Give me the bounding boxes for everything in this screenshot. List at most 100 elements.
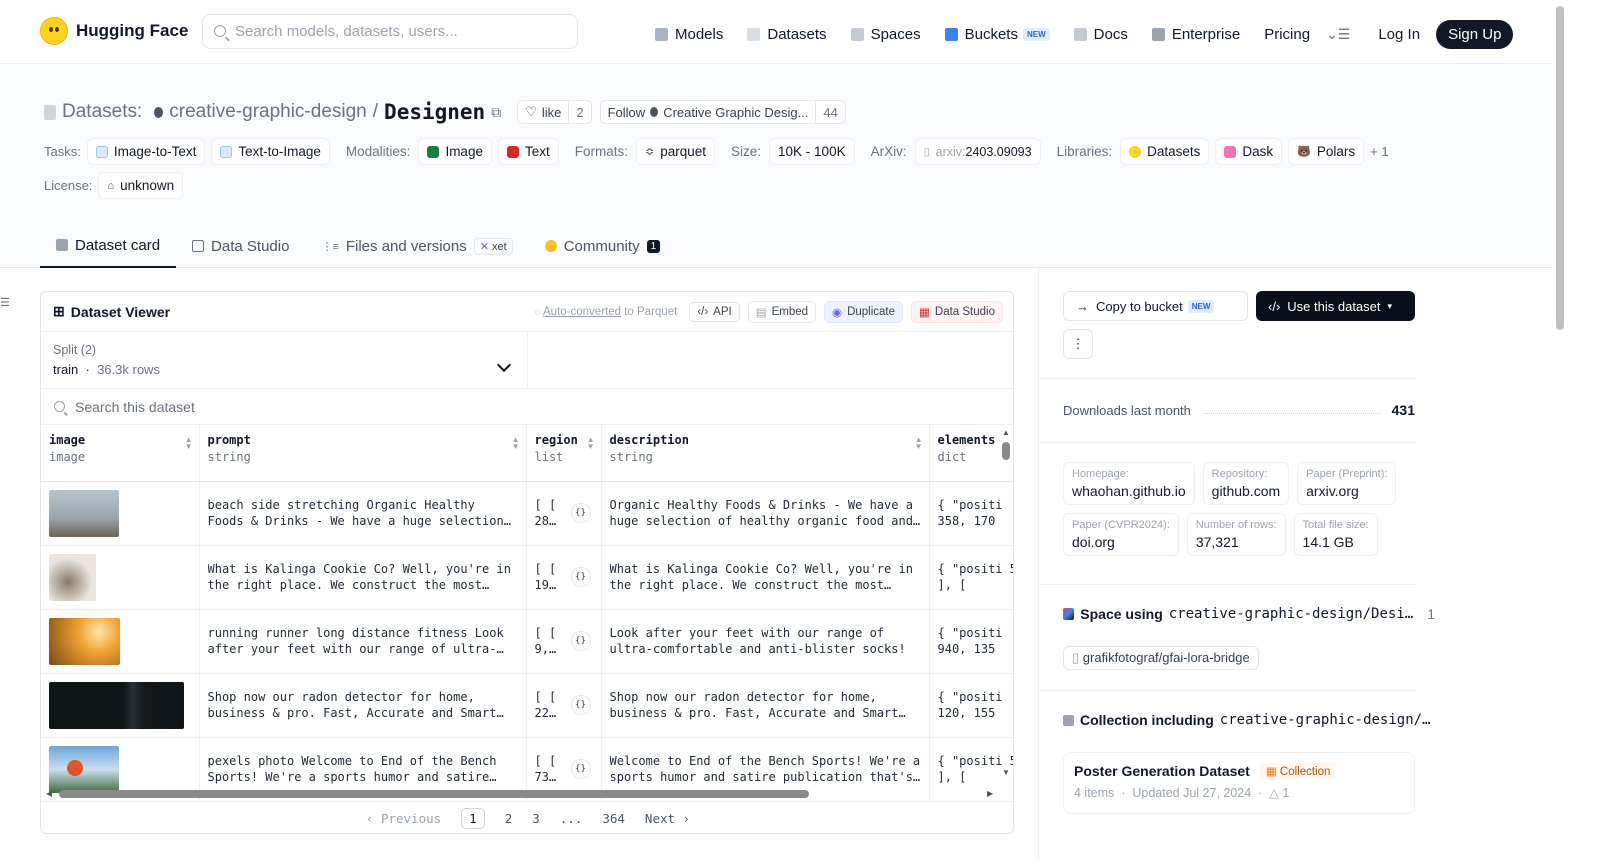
column-header[interactable]: prompt string ▲ ▼: [199, 425, 527, 482]
more-options-button[interactable]: ⋮: [1063, 329, 1093, 359]
task-tag[interactable]: Image-to-Text: [86, 138, 206, 165]
table-row[interactable]: beach side stretching Organic Healthy Fo…: [41, 481, 1013, 546]
nav-pricing[interactable]: Pricing: [1264, 23, 1310, 47]
table-row[interactable]: Shop now our radon detector for home, bu…: [41, 673, 1013, 738]
page-scrollbar[interactable]: [1552, 0, 1568, 861]
login-link[interactable]: Log In: [1378, 26, 1420, 43]
nav-enterprise[interactable]: Enterprise: [1151, 23, 1240, 47]
column-header[interactable]: region list ▲ ▼: [526, 425, 602, 482]
sort-icon[interactable]: ▲ ▼: [915, 436, 923, 451]
brand-logo[interactable]: Hugging Face: [40, 17, 188, 45]
scroll-right-icon[interactable]: ▶: [987, 789, 993, 798]
collection-card[interactable]: Poster Generation Dataset ▦ Collection 4 …: [1063, 752, 1415, 814]
org-link[interactable]: creative-graphic-design: [169, 101, 367, 123]
duplicate-button[interactable]: ◉ Duplicate: [824, 301, 904, 323]
scrollbar-thumb[interactable]: [1556, 6, 1564, 330]
image-cell[interactable]: [41, 545, 200, 610]
paper-cvpr-link[interactable]: Paper (CVPR2024): doi.org: [1063, 513, 1179, 556]
description-cell[interactable]: Look after your feet with our range of u…: [601, 609, 930, 674]
tab-data-studio[interactable]: Data Studio: [176, 224, 305, 268]
sort-icon[interactable]: ▲ ▼: [587, 436, 595, 451]
library-tag[interactable]: 🐻 Polars: [1288, 138, 1365, 165]
auto-converted-note[interactable]: ◌ Auto-converted to Parquet: [535, 306, 678, 318]
modality-tag[interactable]: Text: [497, 138, 559, 165]
prompt-cell[interactable]: running runner long distance fitness Loo…: [199, 609, 527, 674]
prompt-cell[interactable]: beach side stretching Organic Healthy Fo…: [199, 481, 527, 546]
description-cell[interactable]: What is Kalinga Cookie Co? Well, you're …: [601, 545, 930, 610]
dataset-search-input[interactable]: Search this dataset: [41, 389, 1013, 425]
use-dataset-button[interactable]: ‹/› Use this dataset ▾: [1256, 291, 1415, 321]
repo-name[interactable]: Designen: [384, 100, 485, 124]
image-thumbnail[interactable]: [49, 489, 119, 537]
nav-buckets[interactable]: Buckets NEW: [944, 23, 1050, 47]
chevron-down-icon[interactable]: [496, 357, 512, 373]
copy-to-bucket-button[interactable]: → Copy to bucket NEW: [1063, 291, 1248, 321]
prompt-cell[interactable]: Shop now our radon detector for home, bu…: [199, 673, 527, 738]
image-thumbnail[interactable]: [49, 681, 184, 729]
region-cell[interactable]: [ [ 9,…{}: [526, 609, 602, 674]
nav-docs[interactable]: Docs: [1073, 23, 1128, 47]
image-thumbnail[interactable]: [49, 745, 119, 793]
follow-button[interactable]: Follow Creative Graphic Desig... 44: [599, 100, 846, 124]
expand-json-icon[interactable]: {}: [570, 502, 591, 523]
previous-page-button[interactable]: ‹ Previous: [366, 811, 441, 826]
modality-tag[interactable]: Image: [418, 138, 492, 165]
image-cell[interactable]: [41, 609, 200, 674]
image-thumbnail[interactable]: [49, 553, 96, 601]
nav-models[interactable]: Models: [655, 23, 723, 47]
region-cell[interactable]: [ [ 22…{}: [526, 673, 602, 738]
description-cell[interactable]: Shop now our radon detector for home, bu…: [601, 673, 930, 738]
page-button[interactable]: 3: [532, 811, 540, 826]
homepage-link[interactable]: Homepage: whaohan.github.io: [1063, 462, 1195, 505]
expand-json-icon[interactable]: {}: [570, 694, 591, 715]
expand-json-icon[interactable]: {}: [570, 630, 591, 651]
region-cell[interactable]: [ [ 19…{}: [526, 545, 602, 610]
page-button[interactable]: 2: [505, 811, 513, 826]
scrollbar-thumb[interactable]: [59, 790, 809, 798]
library-tag[interactable]: Dask: [1215, 138, 1283, 165]
region-cell[interactable]: [ [ 28…{}: [526, 481, 602, 546]
embed-button[interactable]: ▤ Embed: [747, 301, 817, 323]
sort-icon[interactable]: ▲ ▼: [512, 436, 520, 451]
page-button[interactable]: 364: [602, 811, 625, 826]
tab-community[interactable]: Community 1: [529, 224, 676, 268]
table-vertical-scrollbar[interactable]: ▲ ▼: [999, 428, 1013, 780]
library-tag[interactable]: Datasets: [1120, 138, 1210, 165]
table-row[interactable]: running runner long distance fitness Loo…: [41, 609, 1013, 674]
data-studio-button[interactable]: ▦ Data Studio: [911, 301, 1003, 323]
signup-button[interactable]: Sign Up: [1436, 20, 1514, 49]
table-horizontal-scrollbar[interactable]: ◀ ▶: [41, 789, 1013, 800]
left-menu-icon[interactable]: ☰: [0, 296, 10, 309]
space-link[interactable]: ▯ grafikfotograf/gfai-lora-bridge: [1063, 646, 1259, 670]
next-page-button[interactable]: Next ›: [645, 811, 690, 826]
table-row[interactable]: What is Kalinga Cookie Co? Well, you're …: [41, 545, 1013, 610]
sort-icon[interactable]: ▲ ▼: [185, 436, 193, 451]
paper-preprint-link[interactable]: Paper (Preprint): arxiv.org: [1297, 462, 1397, 505]
nav-spaces[interactable]: Spaces: [850, 23, 921, 47]
tab-dataset-card[interactable]: Dataset card: [40, 224, 177, 268]
column-header[interactable]: description string ▲ ▼: [601, 425, 930, 482]
expand-json-icon[interactable]: {}: [570, 758, 591, 779]
size-tag[interactable]: 10K - 100K: [769, 138, 855, 165]
repository-link[interactable]: Repository: github.com: [1202, 462, 1290, 505]
libraries-more[interactable]: + 1: [1370, 144, 1388, 159]
api-button[interactable]: ‹/› API: [689, 302, 740, 322]
global-search-input[interactable]: Search models, datasets, users...: [202, 14, 578, 49]
image-cell[interactable]: [41, 673, 200, 738]
tab-files-and-versions[interactable]: ⋮≡ Files and versions ✕ xet: [305, 224, 528, 268]
description-cell[interactable]: Organic Healthy Foods & Drinks - We have…: [601, 481, 930, 546]
scrollbar-thumb[interactable]: [1002, 442, 1010, 460]
scroll-left-icon[interactable]: ◀: [46, 789, 52, 798]
arxiv-tag[interactable]: ▯ arxiv:2403.09093: [914, 138, 1041, 165]
more-menu-icon[interactable]: ⌄☰: [1326, 26, 1350, 43]
license-tag[interactable]: ⌂ unknown: [98, 172, 184, 199]
nav-datasets[interactable]: Datasets: [747, 23, 827, 47]
column-header[interactable]: image image ▲ ▼: [41, 425, 200, 482]
scroll-down-icon[interactable]: ▼: [1002, 768, 1010, 777]
auto-converted-link[interactable]: Auto-converted: [543, 306, 621, 318]
image-cell[interactable]: [41, 481, 200, 546]
prompt-cell[interactable]: What is Kalinga Cookie Co? Well, you're …: [199, 545, 527, 610]
task-tag[interactable]: Text-to-Image: [211, 138, 330, 165]
format-tag[interactable]: ≎ parquet: [636, 138, 716, 165]
page-button[interactable]: 1: [461, 807, 485, 829]
